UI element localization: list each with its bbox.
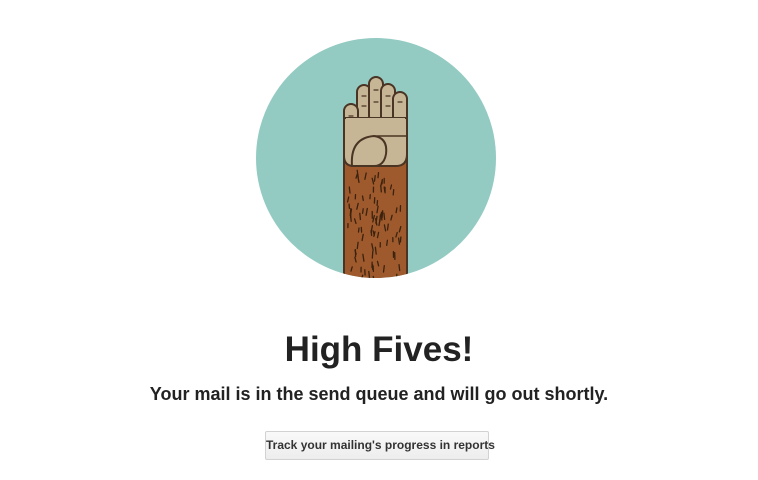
confirmation-message: Your mail is in the send queue and will … xyxy=(149,384,609,404)
track-progress-button[interactable]: Track your mailing's progress in reports xyxy=(265,431,495,460)
high-five-arm-icon xyxy=(256,38,496,278)
confirmation-headline: High Fives! xyxy=(284,330,474,369)
send-confirmation-page: High Fives! Your mail is in the send que… xyxy=(0,0,758,480)
hairy-arm xyxy=(343,155,408,278)
